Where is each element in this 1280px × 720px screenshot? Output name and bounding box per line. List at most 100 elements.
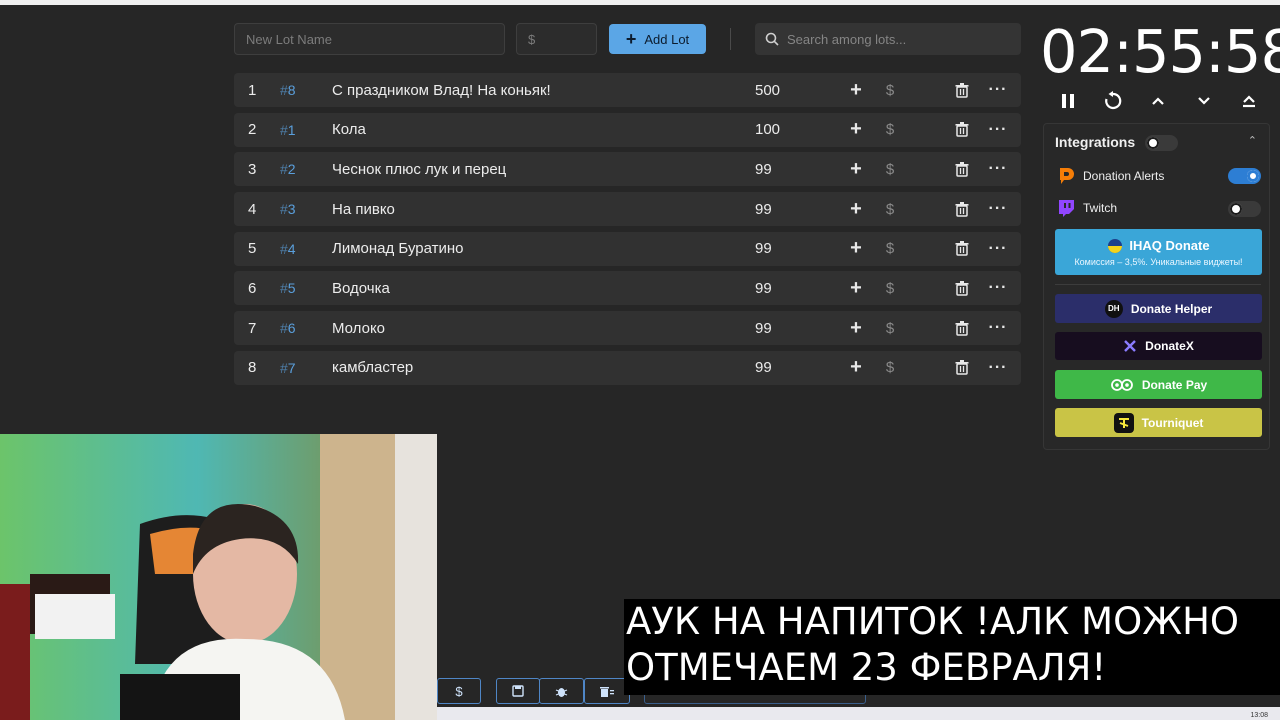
twitch-toggle[interactable] [1228,201,1261,217]
lot-amount[interactable]: 99 [755,320,772,337]
lot-row: 6 #5 Водочка 99 + $ ··· [234,271,1021,306]
lot-toolbar: + Add Lot [234,23,1024,55]
lot-more-menu-button[interactable]: ··· [987,199,1009,219]
integrations-separator [1055,284,1261,285]
lot-amount[interactable]: 99 [755,201,772,218]
lot-id-hash: # [280,82,288,98]
lot-name[interactable]: С праздником Влад! На коньяк! [332,82,551,99]
subtract-time-button[interactable] [1191,88,1217,114]
donate-helper-button[interactable]: DH Donate Helper [1055,294,1262,323]
lot-id-hash: # [280,320,288,337]
pause-button[interactable] [1055,88,1081,114]
delete-lot-button[interactable] [951,199,973,219]
add-to-lot-button[interactable]: + [845,317,867,339]
donate-to-lot-button[interactable]: $ [879,159,901,179]
lot-more-menu-button[interactable]: ··· [987,239,1009,259]
lot-id-hash: # [280,121,288,138]
reset-timer-button[interactable] [1100,88,1126,114]
pause-icon [1062,94,1074,108]
bug-report-button[interactable] [539,678,584,704]
webcam-overlay [0,434,437,720]
add-to-lot-button[interactable]: + [845,356,867,378]
add-lot-button[interactable]: + Add Lot [609,24,706,54]
lot-name[interactable]: На пивко [332,201,395,218]
lot-amount[interactable]: 99 [755,359,772,376]
donate-helper-icon: DH [1104,299,1123,318]
lot-amount[interactable]: 99 [755,280,772,297]
delete-lot-button[interactable] [951,239,973,259]
donate-to-lot-button[interactable]: $ [879,318,901,338]
lot-id-value: 7 [287,359,296,376]
lot-position: 4 [248,200,257,218]
lot-more-menu-button[interactable]: ··· [987,159,1009,179]
donate-pay-button[interactable]: Donate Pay [1055,370,1262,399]
lot-name[interactable]: Чеснок плюс лук и перец [332,161,506,178]
lot-position: 7 [248,319,257,337]
timer-controls [1050,88,1265,114]
tourniquet-button[interactable]: Tourniquet [1055,408,1262,437]
toggle-knob [1230,203,1242,215]
lot-more-menu-button[interactable]: ··· [987,278,1009,298]
plus-icon: + [625,29,637,49]
delete-lot-button[interactable] [951,80,973,100]
add-to-lot-button[interactable]: + [845,118,867,140]
bug-icon [555,687,568,697]
trash-icon [955,161,969,177]
lot-amount[interactable]: 100 [755,121,780,138]
lot-more-menu-button[interactable]: ··· [987,80,1009,100]
tourniquet-icon [1113,412,1134,433]
delete-lot-button[interactable] [951,318,973,338]
integrations-toggle[interactable] [1145,135,1178,151]
lot-name[interactable]: камбластер [332,359,413,376]
donate-to-lot-button[interactable]: $ [879,199,901,219]
dollar-button[interactable]: $ [437,678,481,704]
search-input[interactable] [787,31,997,47]
lot-amount[interactable]: 500 [755,82,780,99]
lot-row: 2 #1 Кола 100 + $ ··· [234,112,1021,147]
ihaq-subtitle: Комиссия – 3,5%. Уникальные виджеты! [1074,256,1243,267]
donation-alerts-toggle[interactable] [1228,168,1261,184]
donate-to-lot-button[interactable]: $ [879,278,901,298]
lot-amount-input[interactable] [528,31,585,47]
delete-lot-button[interactable] [951,120,973,140]
lot-position: 3 [248,160,257,178]
add-to-lot-button[interactable]: + [845,79,867,101]
trash-icon [955,122,969,137]
timer-display: 02:55:58 [1040,17,1280,86]
donate-to-lot-button[interactable]: $ [879,120,901,140]
add-time-button[interactable] [1145,88,1171,114]
delete-lot-button[interactable] [951,358,973,378]
lot-name[interactable]: Водочка [332,280,390,297]
lot-more-menu-button[interactable]: ··· [987,120,1009,140]
add-to-lot-button[interactable]: + [845,277,867,299]
chevron-up-icon[interactable]: ⌃ [1248,134,1257,147]
donate-to-lot-button[interactable]: $ [879,358,901,378]
donatex-button[interactable]: DonateX [1055,332,1262,360]
lot-more-menu-button[interactable]: ··· [987,318,1009,338]
webcam-image [0,434,437,720]
lot-name[interactable]: Молоко [332,320,385,337]
add-to-lot-button[interactable]: + [845,158,867,180]
delete-lot-button[interactable] [951,278,973,298]
lot-id-value: 5 [287,280,296,297]
lot-name[interactable]: Лимонад Буратино [332,240,464,257]
delete-lot-button[interactable] [951,159,973,179]
lot-more-menu-button[interactable]: ··· [987,358,1009,378]
lot-id-value: 1 [287,121,296,138]
donate-to-lot-button[interactable]: $ [879,80,901,100]
save-button[interactable] [496,678,540,704]
lot-amount[interactable]: 99 [755,240,772,257]
lot-id: #3 [280,201,296,217]
add-to-lot-button[interactable]: + [845,237,867,259]
dollar-icon: $ [455,683,463,699]
ihaq-donate-button[interactable]: IHAQ Donate Комиссия – 3,5%. Уникальные … [1055,229,1262,275]
lot-id-hash: # [280,359,288,376]
lot-name[interactable]: Кола [332,121,366,138]
collapse-timer-button[interactable] [1236,88,1262,114]
donate-to-lot-button[interactable]: $ [879,239,901,259]
lot-name-input[interactable] [246,31,493,47]
lot-id-hash: # [280,161,288,178]
integrations-title: Integrations [1055,134,1136,150]
lot-amount[interactable]: 99 [755,161,772,178]
add-to-lot-button[interactable]: + [845,198,867,220]
